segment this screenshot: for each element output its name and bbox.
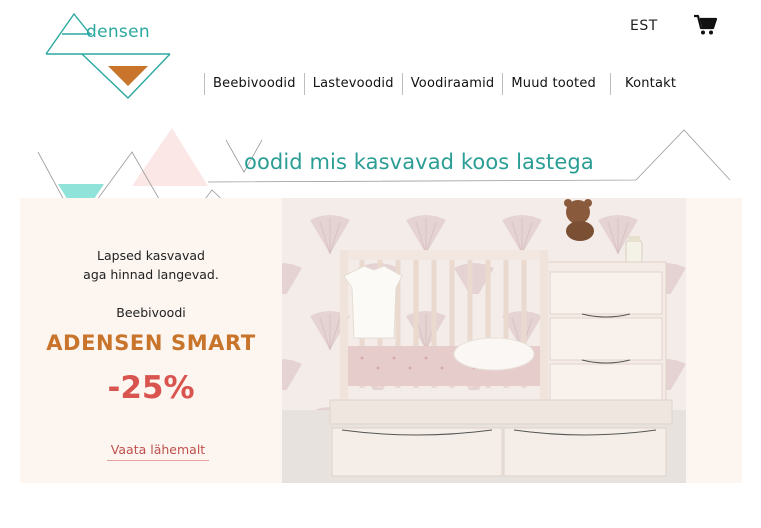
nav-item-beebivoodid[interactable]: Beebivoodid <box>204 73 304 95</box>
promo-line1: Lapsed kasvavad <box>97 248 205 263</box>
promo-category: Beebivoodi <box>116 305 186 320</box>
tagline: oodid mis kasvavad koos lastega <box>244 150 594 174</box>
crib-product-image[interactable] <box>282 198 686 483</box>
pink-triangle <box>132 128 208 186</box>
nav-item-lastevoodid[interactable]: Lastevoodid <box>303 73 402 95</box>
nav-item-muud-tooted[interactable]: Muud tooted <box>502 73 604 95</box>
promo-product-name: ADENSEN SMART <box>46 331 256 355</box>
pillow <box>453 337 535 371</box>
promo-discount: -25% <box>107 370 195 406</box>
nav-item-kontakt[interactable]: Kontakt <box>610 73 684 95</box>
main-nav: Beebivoodid Lastevoodid Voodiraamid Muud… <box>204 73 684 95</box>
jar <box>625 239 643 265</box>
dresser <box>545 261 667 405</box>
promo-panel: Lapsed kasvavad aga hinnad langevad. Bee… <box>20 198 282 483</box>
view-more-link[interactable]: Vaata lähemalt <box>107 442 209 461</box>
promo-line2: aga hinnad langevad. <box>83 267 219 282</box>
logo-text: densen <box>86 22 150 42</box>
cart-icon[interactable] <box>693 14 717 36</box>
language-switch[interactable]: EST <box>630 18 658 34</box>
nav-item-voodiraamid[interactable]: Voodiraamid <box>401 73 503 95</box>
